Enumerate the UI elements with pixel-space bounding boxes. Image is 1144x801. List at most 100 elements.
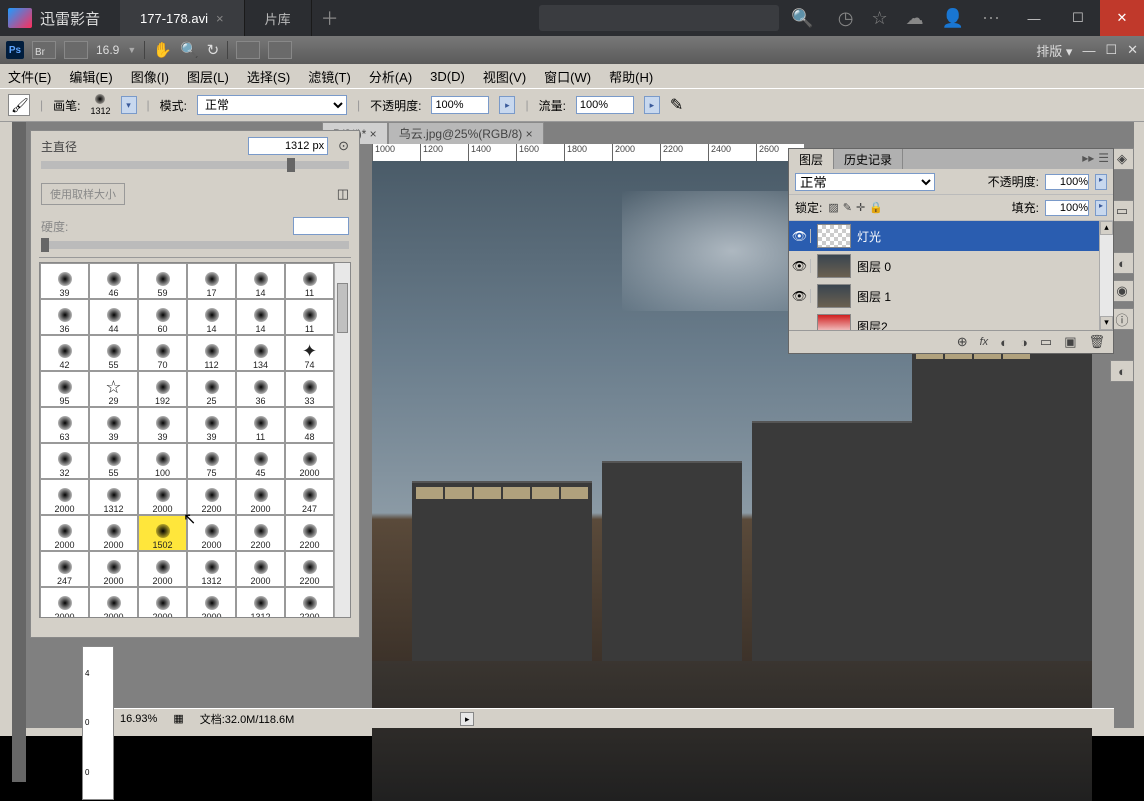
brush-cell[interactable]: 48 bbox=[285, 407, 334, 443]
brush-cell[interactable]: 63 bbox=[40, 407, 89, 443]
trash-icon[interactable]: 🗑 bbox=[1088, 334, 1105, 350]
menu-help[interactable]: 帮助(H) bbox=[609, 67, 653, 86]
brush-cell[interactable]: 33 bbox=[285, 371, 334, 407]
brush-cell[interactable]: 2000 bbox=[89, 551, 138, 587]
hardness-input[interactable] bbox=[293, 217, 349, 235]
scroll-right-button[interactable]: ▸ bbox=[460, 712, 474, 726]
diameter-slider[interactable] bbox=[41, 161, 349, 169]
brush-cell[interactable]: 75 bbox=[187, 443, 236, 479]
brush-cell[interactable]: 14 bbox=[236, 299, 285, 335]
search-icon[interactable]: 🔍 bbox=[791, 8, 813, 29]
doc-tab-2[interactable]: 乌云.jpg@25%(RGB/8) × bbox=[388, 122, 544, 144]
brush-cell[interactable]: 2000 bbox=[187, 587, 236, 618]
brush-cell[interactable]: 1502 bbox=[138, 515, 187, 551]
brush-cell[interactable]: 247 bbox=[285, 479, 334, 515]
zoom-percent[interactable]: 16.93% bbox=[120, 713, 157, 725]
minimize-button[interactable]: — bbox=[1012, 0, 1056, 36]
zoom-dropdown-icon[interactable]: ▼ bbox=[127, 45, 136, 55]
brush-cell[interactable]: 25 bbox=[187, 371, 236, 407]
panel-collapse-icon[interactable]: ▸▸ bbox=[1082, 151, 1094, 167]
menu-image[interactable]: 图像(I) bbox=[131, 67, 169, 86]
brush-cell[interactable]: 2200 bbox=[285, 587, 334, 618]
media-tab-1[interactable]: 177-178.avi × bbox=[120, 0, 245, 36]
brush-cell[interactable]: 45 bbox=[236, 443, 285, 479]
brush-cell[interactable]: 14 bbox=[187, 299, 236, 335]
visibility-icon[interactable]: 👁 bbox=[789, 259, 811, 273]
brush-cell[interactable]: 14 bbox=[236, 263, 285, 299]
menu-layer[interactable]: 图层(L) bbox=[187, 67, 229, 86]
user-icon[interactable]: 👤 bbox=[942, 8, 964, 29]
cloud-icon[interactable]: ☁ bbox=[906, 8, 924, 29]
brush-cell[interactable]: 2000 bbox=[236, 551, 285, 587]
ps-maximize-button[interactable]: ☐ bbox=[1105, 42, 1117, 58]
history-tab[interactable]: 历史记录 bbox=[834, 149, 903, 169]
clock-icon[interactable]: ◷ bbox=[838, 8, 854, 29]
brush-cell[interactable]: 192 bbox=[138, 371, 187, 407]
brush-cell[interactable]: 39 bbox=[89, 407, 138, 443]
brush-cell[interactable]: ☆29 bbox=[89, 371, 138, 407]
layer-blend-select[interactable]: 正常 bbox=[795, 173, 935, 191]
brush-cell[interactable]: 39 bbox=[187, 407, 236, 443]
layer-opacity-arrow[interactable]: ▸ bbox=[1095, 174, 1107, 190]
brush-cell[interactable]: 2000 bbox=[236, 479, 285, 515]
layer-item[interactable]: 👁 图层 0 bbox=[789, 251, 1099, 281]
hand-tool-icon[interactable]: ✋ bbox=[153, 41, 172, 59]
brush-cell[interactable]: 134 bbox=[236, 335, 285, 371]
more-icon[interactable]: ⋯ bbox=[982, 8, 1000, 29]
brush-cell[interactable]: 11 bbox=[236, 407, 285, 443]
opacity-arrow[interactable]: ▸ bbox=[499, 96, 515, 114]
ps-close-button[interactable]: ✕ bbox=[1127, 42, 1138, 58]
new-brush-icon[interactable]: ◫ bbox=[337, 186, 349, 202]
brush-cell[interactable]: 2000 bbox=[40, 515, 89, 551]
brush-cell[interactable]: 39 bbox=[138, 407, 187, 443]
brush-cell[interactable]: 60 bbox=[138, 299, 187, 335]
brush-cell[interactable]: 2000 bbox=[89, 515, 138, 551]
link-layers-icon[interactable]: ⊕ bbox=[957, 334, 968, 350]
brush-picker-dropdown[interactable]: ▾ bbox=[121, 96, 137, 114]
ps-minimize-button[interactable]: — bbox=[1082, 43, 1095, 58]
brush-cell[interactable]: 2000 bbox=[138, 587, 187, 618]
visibility-icon[interactable]: 👁 bbox=[789, 289, 811, 303]
lock-transparent-icon[interactable]: ▨ bbox=[828, 201, 838, 214]
lock-position-icon[interactable]: ✛ bbox=[856, 201, 865, 214]
layers-tab[interactable]: 图层 bbox=[789, 149, 834, 169]
brush-cell[interactable]: 247 bbox=[40, 551, 89, 587]
doc-info-icon[interactable]: ▦ bbox=[173, 712, 183, 725]
panel-tab-6[interactable]: ◐ bbox=[1110, 360, 1134, 382]
brush-cell[interactable]: 2000 bbox=[285, 443, 334, 479]
menu-window[interactable]: 窗口(W) bbox=[544, 67, 591, 86]
visibility-icon[interactable]: 👁 bbox=[789, 229, 811, 243]
brush-cell[interactable]: 46 bbox=[89, 263, 138, 299]
brush-cell[interactable]: ✦74 bbox=[285, 335, 334, 371]
bridge-button[interactable]: Br bbox=[32, 41, 56, 59]
brush-cell[interactable]: 32 bbox=[40, 443, 89, 479]
brush-cell[interactable]: 55 bbox=[89, 443, 138, 479]
menu-edit[interactable]: 编辑(E) bbox=[69, 67, 112, 86]
rotate-tool-icon[interactable]: ↻ bbox=[207, 41, 220, 59]
flow-arrow[interactable]: ▸ bbox=[644, 96, 660, 114]
brush-cell[interactable]: 2000 bbox=[138, 479, 187, 515]
search-input[interactable] bbox=[539, 5, 779, 31]
screen-mode-2-button[interactable] bbox=[268, 41, 292, 59]
brush-cell[interactable]: 112 bbox=[187, 335, 236, 371]
brush-cell[interactable]: 2000 bbox=[89, 587, 138, 618]
diameter-input[interactable] bbox=[248, 137, 328, 155]
brush-scrollbar[interactable] bbox=[334, 263, 350, 617]
brush-cell[interactable]: 95 bbox=[40, 371, 89, 407]
tool-preset-button[interactable]: 🖌 bbox=[8, 94, 30, 116]
mask-icon[interactable]: ◐ bbox=[1000, 335, 1008, 350]
brush-cell[interactable]: 17 bbox=[187, 263, 236, 299]
brush-cell[interactable]: 44 bbox=[89, 299, 138, 335]
close-icon[interactable]: × bbox=[216, 11, 224, 26]
brush-cell[interactable]: 42 bbox=[40, 335, 89, 371]
brush-cell[interactable]: 1312 bbox=[236, 587, 285, 618]
panel-menu-icon[interactable]: ☰ bbox=[1098, 151, 1109, 167]
fill-input[interactable] bbox=[1045, 200, 1089, 216]
brush-cell[interactable]: 2000 bbox=[138, 551, 187, 587]
use-sample-button[interactable]: 使用取样大小 bbox=[41, 183, 125, 205]
menu-select[interactable]: 选择(S) bbox=[247, 67, 290, 86]
lock-pixels-icon[interactable]: ✎ bbox=[843, 201, 852, 214]
brush-cell[interactable]: 1312 bbox=[187, 551, 236, 587]
brush-cell[interactable]: 70 bbox=[138, 335, 187, 371]
brush-cell[interactable]: 36 bbox=[236, 371, 285, 407]
